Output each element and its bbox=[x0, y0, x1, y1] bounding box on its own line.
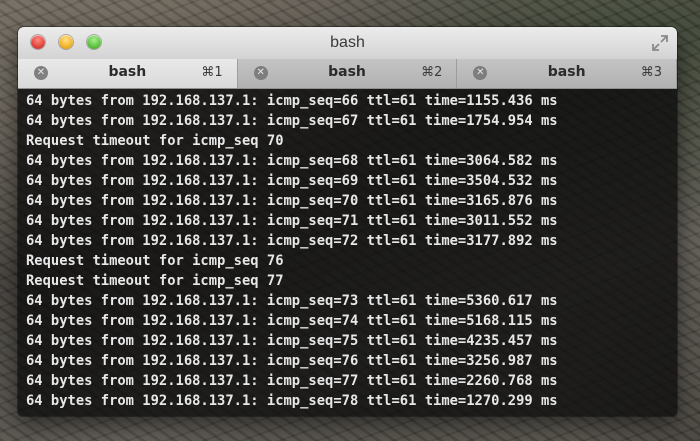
fullscreen-icon[interactable] bbox=[651, 34, 669, 52]
terminal-line: 64 bytes from 192.168.137.1: icmp_seq=67… bbox=[26, 113, 558, 129]
tab-shortcut: ⌘1 bbox=[201, 65, 223, 80]
tab-shortcut: ⌘3 bbox=[640, 65, 663, 80]
terminal-line: 64 bytes from 192.168.137.1: icmp_seq=69… bbox=[26, 173, 558, 189]
terminal-line: Request timeout for icmp_seq 76 bbox=[26, 253, 284, 269]
terminal-line: Request timeout for icmp_seq 70 bbox=[26, 133, 284, 149]
window-title: bash bbox=[330, 34, 365, 51]
terminal-line: Request timeout for icmp_seq 77 bbox=[26, 273, 284, 289]
terminal-line: 64 bytes from 192.168.137.1: icmp_seq=72… bbox=[26, 233, 558, 249]
terminal-line: 64 bytes from 192.168.137.1: icmp_seq=77… bbox=[26, 373, 558, 389]
terminal-line: 64 bytes from 192.168.137.1: icmp_seq=73… bbox=[26, 293, 558, 309]
terminal-line: 64 bytes from 192.168.137.1: icmp_seq=71… bbox=[26, 213, 558, 229]
tab-shortcut: ⌘2 bbox=[421, 65, 443, 80]
tab-1[interactable]: ✕ bash ⌘1 bbox=[18, 59, 238, 88]
terminal-line: 64 bytes from 192.168.137.1: icmp_seq=78… bbox=[26, 393, 558, 409]
tab-bar: ✕ bash ⌘1 ✕ bash ⌘2 ✕ bash ⌘3 bbox=[18, 59, 677, 89]
terminal-line: 64 bytes from 192.168.137.1: icmp_seq=68… bbox=[26, 153, 558, 169]
terminal-window: bash ✕ bash ⌘1 ✕ bash ⌘2 ✕ bash ⌘3 64 by… bbox=[18, 27, 677, 416]
tab-2[interactable]: ✕ bash ⌘2 bbox=[237, 59, 458, 88]
terminal-line: 64 bytes from 192.168.137.1: icmp_seq=70… bbox=[26, 193, 558, 209]
terminal-line: 64 bytes from 192.168.137.1: icmp_seq=66… bbox=[26, 93, 558, 109]
terminal-line: 64 bytes from 192.168.137.1: icmp_seq=75… bbox=[26, 333, 558, 349]
terminal-line: 64 bytes from 192.168.137.1: icmp_seq=76… bbox=[26, 353, 558, 369]
terminal-output[interactable]: 64 bytes from 192.168.137.1: icmp_seq=66… bbox=[18, 89, 677, 416]
title-bar[interactable]: bash bbox=[18, 27, 677, 60]
terminal-line: 64 bytes from 192.168.137.1: icmp_seq=74… bbox=[26, 313, 558, 329]
tab-3[interactable]: ✕ bash ⌘3 bbox=[457, 59, 677, 88]
